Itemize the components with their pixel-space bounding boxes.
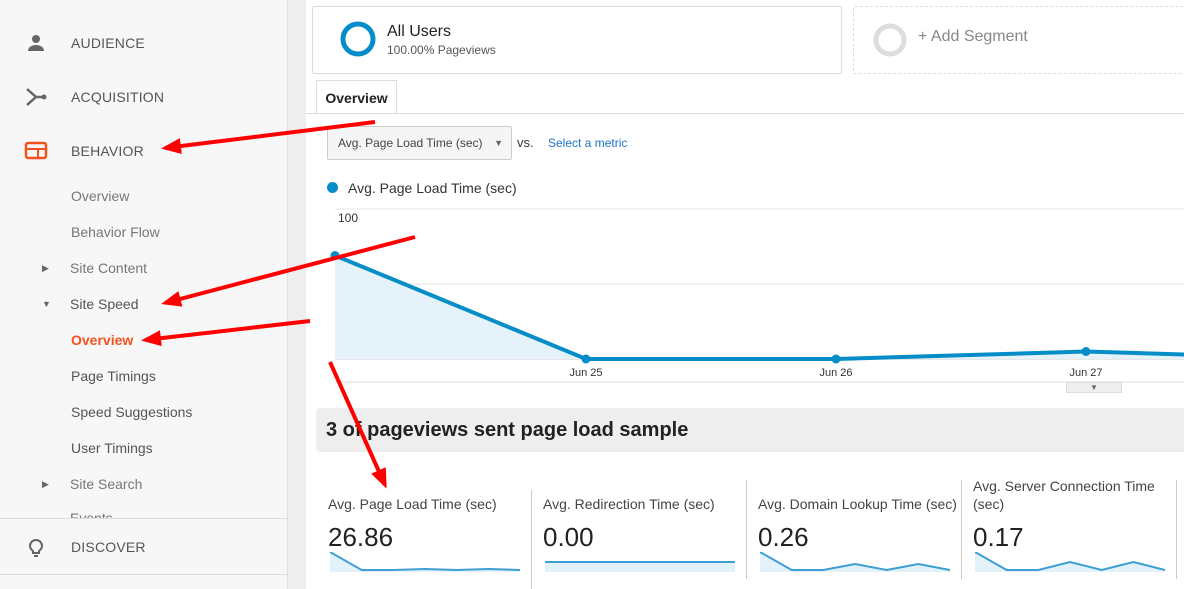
x-tick-label: Jun 27 (1069, 367, 1102, 379)
site-content[interactable]: Site Content (70, 260, 147, 276)
speed-suggestions[interactable]: Speed Suggestions (71, 404, 192, 420)
dropdown-arrow-icon: ▼ (494, 138, 503, 148)
behavior-icon (24, 141, 48, 160)
page-timings[interactable]: Page Timings (71, 368, 156, 384)
kpi-title: Avg. Page Load Time (sec) (328, 496, 497, 512)
line-chart: 10050Jun 25Jun 26Jun 27 (330, 208, 1184, 383)
chart-resize-handle[interactable]: ▼ (1066, 382, 1122, 393)
sparkline (975, 552, 1165, 572)
site-speed-overview[interactable]: Overview (71, 332, 133, 348)
y-tick-label: 100 (338, 211, 358, 225)
empty-segment-icon (873, 23, 907, 57)
metric-select[interactable]: Avg. Page Load Time (sec) ▼ (327, 126, 512, 160)
kpi-card[interactable]: Avg. Server Connection Time (sec) 0.17 (961, 478, 1176, 589)
select-metric-link[interactable]: Select a metric (548, 136, 627, 150)
behavior-overview[interactable]: Overview (71, 188, 129, 204)
kpi-card[interactable]: Avg. Page Load Time (sec) 26.86 (316, 480, 531, 589)
kpi-value: 26.86 (328, 522, 394, 552)
segment-donut-icon (340, 21, 376, 57)
tab-overview[interactable]: Overview (316, 80, 397, 114)
kpi-title: Avg. Domain Lookup Time (sec) (758, 496, 957, 512)
x-tick-label: Jun 26 (819, 367, 852, 379)
kpi-value: 0.26 (758, 522, 809, 552)
divider (0, 574, 288, 575)
kpi-title: Avg. Redirection Time (sec) (543, 496, 715, 512)
kpi-card[interactable]: Avg. Domain Lookup Time (sec) 0.26 (746, 480, 961, 589)
divider (0, 518, 288, 519)
expand-icon[interactable]: ▶ (42, 263, 49, 274)
data-point[interactable] (831, 354, 841, 364)
person-icon (28, 35, 44, 51)
data-point[interactable] (330, 251, 340, 260)
kpi-card[interactable]: Avg. Redirection Time (sec) 0.00 (531, 480, 746, 589)
kpi-value: 0.17 (973, 522, 1024, 552)
acquisition-icon (26, 88, 47, 106)
sparkline (760, 552, 950, 572)
expand-icon[interactable]: ▶ (42, 479, 49, 490)
add-segment-button[interactable]: + Add Segment (853, 6, 1184, 74)
user-timings[interactable]: User Timings (71, 440, 153, 456)
sidebar-item-audience[interactable]: AUDIENCE (0, 25, 288, 61)
behavior-flow[interactable]: Behavior Flow (71, 224, 160, 240)
lightbulb-icon (28, 539, 44, 557)
site-speed[interactable]: Site Speed (70, 296, 139, 312)
sidebar: AUDIENCE ACQUISITION BEHAVIOR Overview B… (0, 0, 288, 589)
sparkline (330, 552, 520, 572)
sidebar-item-discover[interactable]: DISCOVER (0, 529, 288, 565)
collapse-icon[interactable]: ▼ (42, 299, 51, 309)
sample-banner: 3 of pageviews sent page load sample (316, 408, 1184, 452)
site-search[interactable]: Site Search (70, 476, 142, 492)
data-point[interactable] (581, 354, 591, 364)
kpi-title: Avg. Server Connection Time (sec) (973, 478, 1155, 512)
events[interactable]: Events (70, 510, 113, 518)
legend-label: Avg. Page Load Time (sec) (348, 180, 517, 196)
segment-all-users[interactable]: All Users 100.00% Pageviews (312, 6, 842, 74)
x-tick-label: Jun 25 (569, 367, 602, 379)
sidebar-item-behavior[interactable]: BEHAVIOR (0, 133, 288, 169)
sidebar-item-acquisition[interactable]: ACQUISITION (0, 79, 288, 115)
sparkline (545, 561, 735, 572)
kpi-value: 0.00 (543, 522, 594, 552)
legend-dot (327, 182, 338, 193)
data-point[interactable] (1081, 347, 1091, 356)
